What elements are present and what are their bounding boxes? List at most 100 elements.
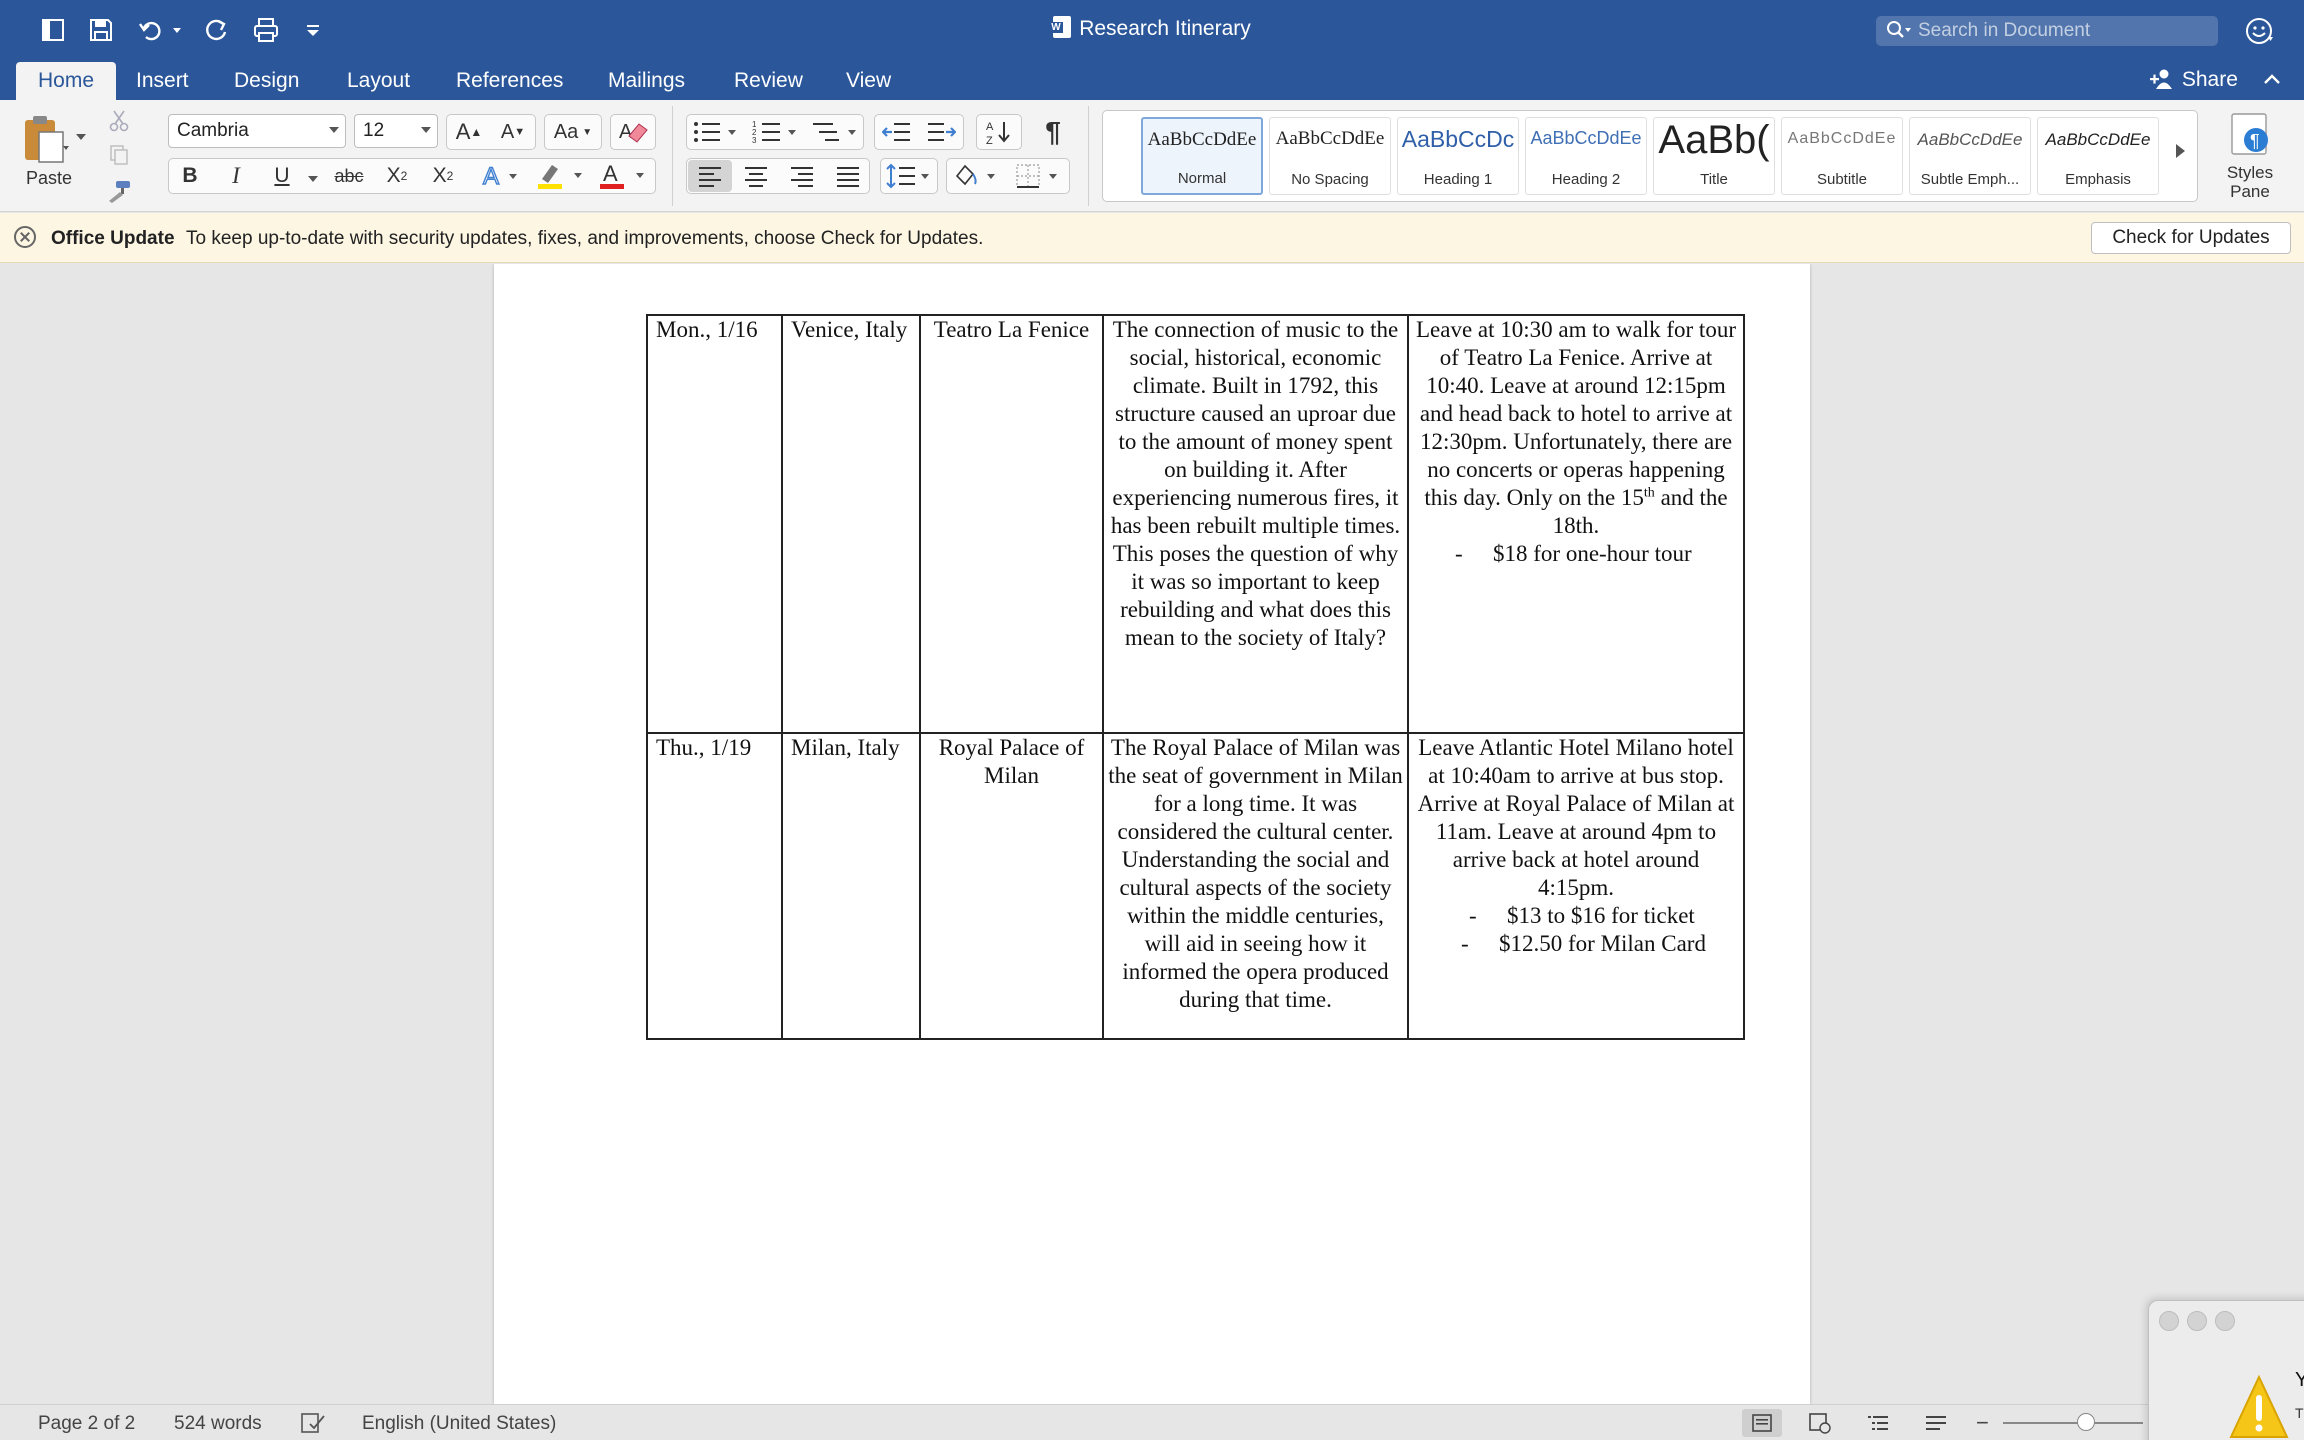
sort-icon[interactable]: AZ [978, 116, 1020, 148]
zoom-out-icon[interactable]: − [1976, 1410, 1989, 1436]
change-case-icon[interactable]: Aa ▼ [548, 116, 598, 148]
style-subtle-emphasis[interactable]: AaBbCcDdEe Subtle Emph... [1909, 117, 2031, 195]
font-size-field[interactable]: 12 [354, 114, 438, 148]
proofing-icon[interactable] [300, 1411, 326, 1435]
outline-view-icon[interactable] [1858, 1409, 1898, 1437]
italic-button[interactable]: I [218, 160, 254, 192]
table-cell-date[interactable]: Thu., 1/19 [646, 732, 783, 1040]
align-center-icon[interactable] [734, 160, 778, 192]
styles-pane-label: Styles Pane [2226, 163, 2274, 201]
font-color-icon[interactable]: A [596, 160, 652, 192]
decrease-indent-icon[interactable] [876, 116, 918, 148]
tab-review[interactable]: Review [712, 60, 825, 100]
table-cell-description[interactable]: The Royal Palace of Milan was the seat o… [1102, 732, 1409, 1040]
style-heading-2[interactable]: AaBbCcDdEe Heading 2 [1525, 117, 1647, 195]
svg-text:A: A [986, 121, 994, 133]
check-for-updates-button[interactable]: Check for Updates [2091, 222, 2291, 254]
shrink-font-icon[interactable]: A ▼ [492, 116, 534, 148]
search-box[interactable] [1876, 16, 2218, 46]
web-layout-view-icon[interactable] [1800, 1409, 1840, 1437]
document-area[interactable]: Mon., 1/16 Venice, Italy Teatro La Fenic… [0, 264, 2304, 1404]
text-effects-icon[interactable]: A [478, 160, 524, 192]
style-no-spacing[interactable]: AaBbCcDdEe No Spacing [1269, 117, 1391, 195]
language[interactable]: English (United States) [362, 1413, 556, 1435]
align-right-icon[interactable] [780, 160, 824, 192]
bold-button[interactable]: B [172, 160, 208, 192]
zoom-slider-track[interactable] [2003, 1422, 2143, 1424]
tab-design[interactable]: Design [212, 60, 321, 100]
svg-text:3: 3 [752, 136, 757, 145]
superscript-icon[interactable]: X2 [424, 160, 462, 192]
cut-icon[interactable] [102, 106, 136, 136]
borders-icon[interactable] [1010, 160, 1066, 192]
styles-gallery-next-icon[interactable] [2176, 144, 2185, 158]
style-subtitle[interactable]: AaBbCcDdEe Subtitle [1781, 117, 1903, 195]
clear-formatting-icon[interactable]: A [612, 116, 654, 148]
collapse-ribbon-icon[interactable] [2262, 68, 2282, 92]
svg-text:¶: ¶ [2250, 131, 2260, 151]
table-cell-date[interactable]: Mon., 1/16 [646, 314, 783, 734]
line-spacing-icon[interactable] [882, 160, 936, 192]
style-title[interactable]: AaBb( Title [1653, 117, 1775, 195]
document-page[interactable]: Mon., 1/16 Venice, Italy Teatro La Fenic… [494, 264, 1810, 1404]
tab-references[interactable]: References [434, 60, 585, 100]
table-cell-venue[interactable]: Royal Palace of Milan [919, 732, 1104, 1040]
table-cell-plan[interactable]: Leave at 10:30 am to walk for tour of Te… [1407, 314, 1745, 734]
table-cell-city[interactable]: Venice, Italy [781, 314, 921, 734]
justify-icon[interactable] [826, 160, 870, 192]
tab-view[interactable]: View [824, 60, 913, 100]
underline-dropdown[interactable] [308, 176, 318, 182]
tab-home[interactable]: Home [16, 62, 117, 100]
format-painter-icon[interactable] [102, 176, 136, 206]
tab-insert[interactable]: Insert [114, 60, 211, 100]
style-emphasis[interactable]: AaBbCcDdEe Emphasis [2037, 117, 2159, 195]
paste-label: Paste [26, 168, 73, 188]
numbering-icon[interactable]: 123 [748, 116, 804, 148]
table-cell-city[interactable]: Milan, Italy [781, 732, 921, 1040]
word-count[interactable]: 524 words [174, 1413, 262, 1435]
close-window-icon[interactable] [2159, 1311, 2179, 1331]
tab-layout[interactable]: Layout [325, 60, 432, 100]
plan-superscript: th [1643, 485, 1655, 501]
style-name: Subtitle [1816, 171, 1868, 188]
minimize-window-icon[interactable] [2187, 1311, 2207, 1331]
styles-pane-button[interactable]: ¶ Styles Pane [2204, 110, 2296, 208]
style-normal[interactable]: AaBbCcDdEe Normal [1141, 117, 1263, 195]
bullets-icon[interactable] [688, 116, 744, 148]
font-name-field[interactable]: Cambria [168, 114, 346, 148]
feedback-smiley-icon[interactable] [2244, 16, 2274, 46]
show-formatting-marks-button[interactable]: ¶ [1032, 116, 1074, 148]
strikethrough-button[interactable]: abc [328, 160, 370, 192]
paste-button[interactable] [14, 108, 76, 172]
table-cell-venue[interactable]: Teatro La Fenice [919, 314, 1104, 734]
status-bar: Page 2 of 2 524 words English (United St… [0, 1404, 2304, 1440]
table-cell-description[interactable]: The connection of music to the social, h… [1102, 314, 1409, 734]
share-button[interactable]: Share [2150, 68, 2238, 92]
align-left-icon[interactable] [688, 160, 732, 192]
draft-view-icon[interactable] [1916, 1409, 1956, 1437]
dialog-heading: Y [2295, 1369, 2304, 1391]
print-layout-view-icon[interactable] [1742, 1409, 1782, 1437]
update-title: Office Update [51, 228, 175, 249]
table-cell-plan[interactable]: Leave Atlantic Hotel Milano hotel at 10:… [1407, 732, 1745, 1040]
style-heading-1[interactable]: AaBbCcDc Heading 1 [1397, 117, 1519, 195]
tab-mailings[interactable]: Mailings [586, 60, 707, 100]
grow-font-icon[interactable]: A ▲ [448, 116, 490, 148]
increase-indent-icon[interactable] [920, 116, 962, 148]
subscript-icon[interactable]: X2 [378, 160, 416, 192]
shading-icon[interactable] [948, 160, 1004, 192]
page-count[interactable]: Page 2 of 2 [38, 1413, 135, 1435]
close-icon[interactable] [14, 226, 36, 248]
paste-options-dropdown[interactable] [76, 134, 86, 140]
zoom-slider-thumb[interactable] [2077, 1413, 2095, 1431]
copy-icon[interactable] [102, 140, 136, 170]
zoom-window-icon[interactable] [2215, 1311, 2235, 1331]
highlight-color-icon[interactable] [534, 160, 590, 192]
multilevel-list-icon[interactable] [808, 116, 864, 148]
underline-button[interactable]: U [264, 160, 300, 192]
search-input[interactable] [1918, 20, 2208, 42]
dialog-text: T [2295, 1405, 2304, 1421]
ribbon-home: Paste Cambria 12 A ▲ A ▼ Aa ▼ A B I U abc X… [0, 100, 2304, 212]
clipboard-icon [25, 116, 69, 163]
style-name: Normal [1177, 170, 1227, 187]
